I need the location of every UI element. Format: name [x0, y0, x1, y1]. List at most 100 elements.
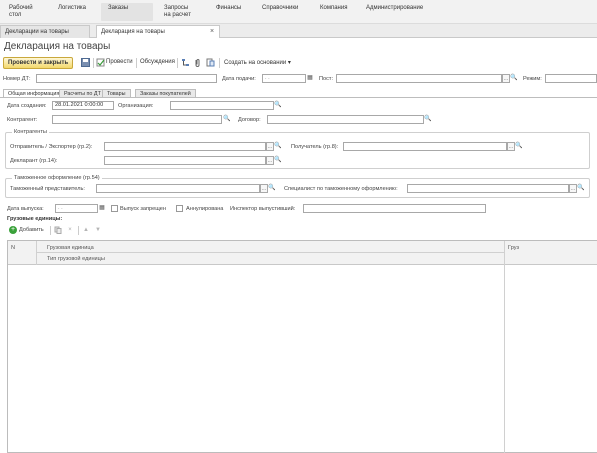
toolbar-separator — [50, 226, 51, 235]
receiver-label: Получатель (гр.8): — [291, 144, 339, 150]
add-icon: + — [9, 226, 17, 234]
close-icon[interactable]: × — [210, 28, 214, 35]
organization-label: Организация: — [118, 103, 154, 109]
move-down-icon[interactable]: ▼ — [94, 226, 102, 235]
contract-label: Договор: — [238, 117, 261, 123]
search-icon[interactable]: 🔍 — [577, 184, 585, 193]
receiver-input[interactable] — [343, 142, 507, 151]
menu-administration[interactable]: Администрирование — [359, 3, 430, 21]
toolbar-separator — [177, 58, 178, 68]
calendar-icon[interactable]: ▦ — [98, 204, 106, 213]
tab-divider — [0, 97, 597, 98]
sender-label: Отправитель / Экспортер (гр.2): — [10, 144, 93, 150]
contract-input[interactable] — [267, 115, 424, 124]
release-date-input[interactable]: . . — [55, 204, 98, 213]
specialist-label: Специалист по таможенному оформлению: — [284, 186, 398, 192]
specialist-input[interactable] — [407, 184, 569, 193]
cancelled-checkbox[interactable] — [176, 205, 183, 212]
search-icon[interactable]: 🔍 — [515, 142, 523, 151]
inspector-label: Инспектор выпустивший: — [230, 206, 296, 212]
tab-bar: Декларации на товары Декларация на товар… — [0, 24, 597, 38]
inspector-input[interactable] — [303, 204, 486, 213]
customs-group-title: Таможенное оформление (гр.54) — [12, 175, 102, 181]
organization-input[interactable] — [170, 101, 274, 110]
move-up-icon[interactable]: ▲ — [82, 226, 90, 235]
mode-input[interactable] — [545, 74, 597, 83]
menu-requests[interactable]: Запросы на расчет — [157, 3, 198, 21]
toolbar-separator — [136, 58, 137, 68]
release-prohibited-label: Выпуск запрещен — [120, 206, 166, 212]
toolbar-separator — [78, 226, 79, 235]
search-icon[interactable]: 🔍 — [424, 115, 432, 124]
declarant-label: Декларант (гр.14): — [10, 158, 58, 164]
create-based-on-label: Создать на основании — [224, 60, 287, 66]
sender-select-button[interactable]: ... — [266, 142, 274, 151]
post-input[interactable] — [336, 74, 502, 83]
declarant-input[interactable] — [104, 156, 266, 165]
submit-date-input[interactable]: . . — [262, 74, 306, 83]
specialist-select-button[interactable]: ... — [569, 184, 577, 193]
created-date-label: Дата создания: — [7, 103, 47, 109]
post-and-close-button[interactable]: Провести и закрыть — [3, 57, 74, 69]
tab-label: Декларации на товары — [5, 29, 69, 35]
copy-icon[interactable] — [54, 226, 62, 235]
column-divider — [36, 241, 37, 265]
post-icon — [96, 58, 105, 67]
post-label: Пост: — [319, 76, 334, 82]
column-cargo[interactable]: Груз — [508, 245, 519, 251]
menu-logistics[interactable]: Логистика — [51, 3, 93, 21]
created-date-input[interactable]: 28.01.2021 0:00:00 — [52, 101, 114, 110]
page-title: Декларация на товары — [4, 41, 111, 52]
column-divider — [504, 241, 505, 453]
release-date-label: Дата выпуска: — [7, 206, 44, 212]
menu-desktop[interactable]: Рабочий стол — [2, 3, 40, 21]
customs-rep-input[interactable] — [96, 184, 260, 193]
column-unit-type[interactable]: Тип грузовой единицы — [47, 256, 105, 262]
receiver-select-button[interactable]: ... — [507, 142, 515, 151]
add-cargo-label: Добавить — [19, 227, 44, 233]
tab-label: Декларация на товары — [101, 29, 165, 35]
tab-declaration[interactable]: Декларация на товары × — [96, 25, 220, 38]
post-select-button[interactable]: ... — [502, 74, 510, 83]
delete-icon[interactable]: × — [66, 226, 74, 235]
discussions-button[interactable]: Обсуждения — [140, 59, 175, 65]
contractor-label: Контрагент: — [7, 117, 38, 123]
column-n[interactable]: N — [11, 245, 15, 251]
menu-company[interactable]: Компания — [313, 3, 354, 21]
search-icon[interactable]: 🔍 — [274, 156, 282, 165]
contractors-group-title: Контрагенты — [12, 129, 49, 135]
sender-input[interactable] — [104, 142, 266, 151]
customs-rep-label: Таможенный представитель: — [10, 186, 85, 192]
search-icon[interactable]: 🔍 — [268, 184, 276, 193]
attachment-icon[interactable] — [193, 58, 202, 67]
toolbar-separator — [93, 58, 94, 68]
header-divider — [36, 252, 504, 253]
structure-icon[interactable] — [181, 58, 190, 67]
menu-orders[interactable]: Заказы — [101, 3, 153, 21]
declarant-select-button[interactable]: ... — [266, 156, 274, 165]
search-icon[interactable]: 🔍 — [510, 74, 518, 83]
tab-declarations-list[interactable]: Декларации на товары — [0, 25, 90, 38]
column-cargo-unit[interactable]: Грузовая единица — [47, 245, 94, 251]
create-based-on-button[interactable]: Создать на основании ▾ — [224, 59, 291, 66]
mode-label: Режим: — [523, 76, 542, 82]
menu-directories[interactable]: Справочники — [255, 3, 305, 21]
report-icon[interactable] — [206, 58, 215, 67]
release-prohibited-checkbox[interactable] — [111, 205, 118, 212]
search-icon[interactable]: 🔍 — [274, 142, 282, 151]
toolbar: Провести и закрыть Провести Обсуждения С… — [0, 57, 597, 70]
post-button[interactable]: Провести — [106, 59, 133, 65]
chevron-down-icon: ▾ — [287, 60, 291, 66]
cargo-units-title: Грузовые единицы: — [7, 216, 63, 222]
save-icon[interactable] — [81, 58, 90, 67]
search-icon[interactable]: 🔍 — [274, 101, 282, 110]
menu-finance[interactable]: Финансы — [209, 3, 248, 21]
customs-rep-select-button[interactable]: ... — [260, 184, 268, 193]
calendar-icon[interactable]: ▦ — [306, 74, 314, 83]
top-menu: Рабочий стол Логистика Заказы Запросы на… — [0, 0, 597, 24]
contractor-input[interactable] — [52, 115, 222, 124]
cargo-units-table: N Грузовая единица Груз Тип грузовой еди… — [7, 240, 597, 453]
dt-number-input[interactable] — [36, 74, 217, 83]
submit-date-label: Дата подачи: — [222, 76, 256, 82]
search-icon[interactable]: 🔍 — [223, 115, 231, 124]
